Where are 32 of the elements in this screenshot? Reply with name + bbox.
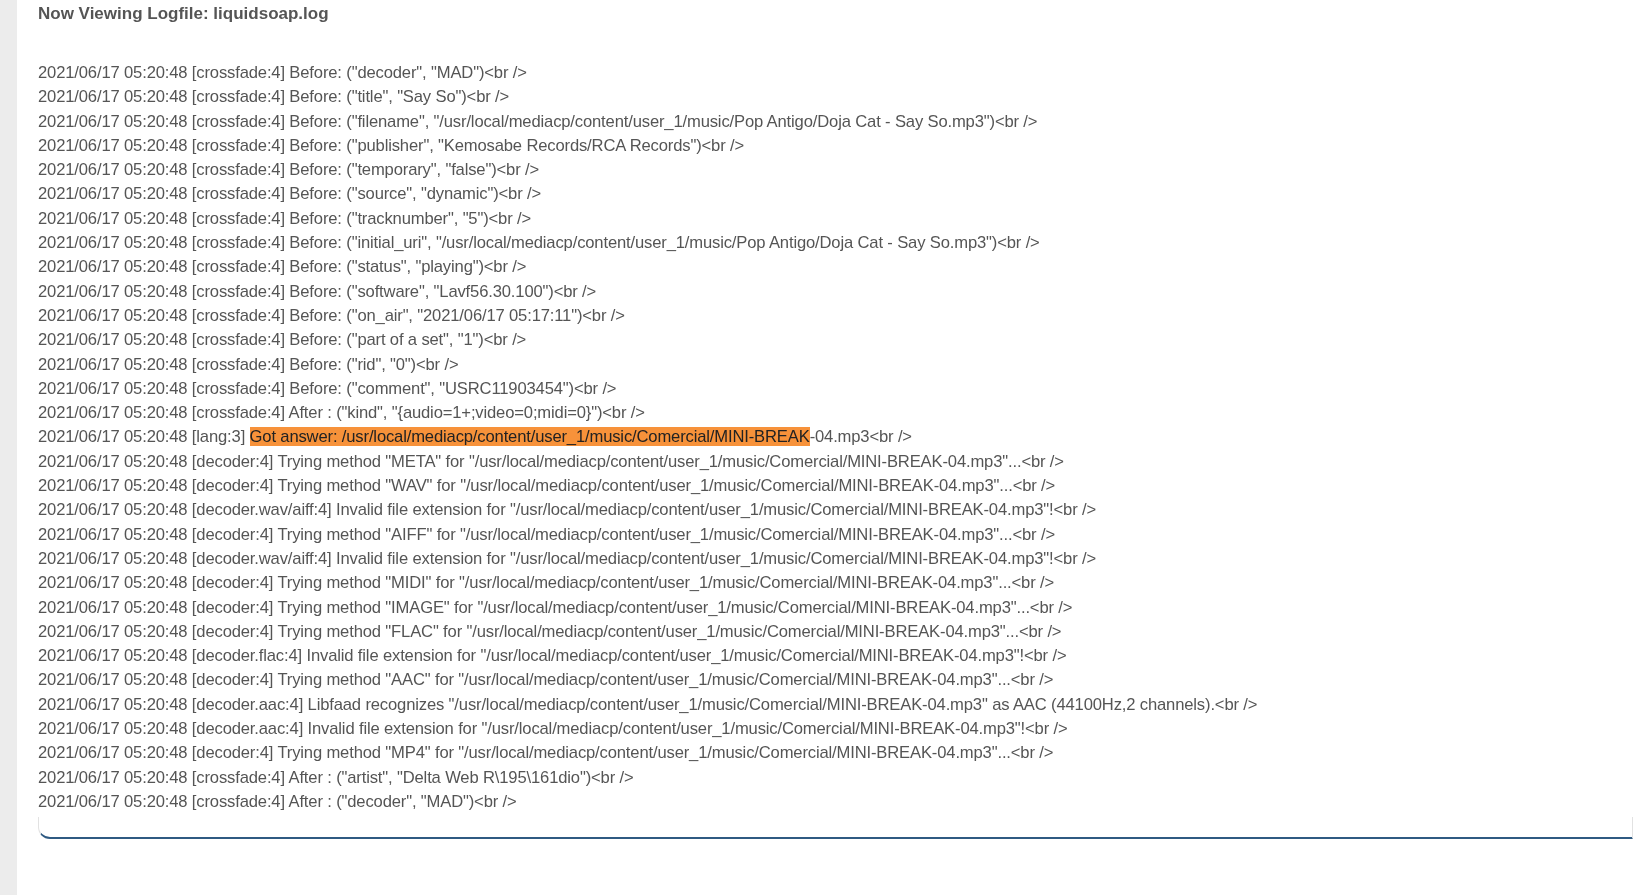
- log-line: 2021/06/17 05:20:48 [crossfade:4] Before: ("on_air", "2021/06/17 05:17:11")<br />: [38, 304, 626, 327]
- log-line: 2021/06/17 05:20:48 [crossfade:4] Before: ("rid", "0")<br />: [38, 353, 460, 376]
- log-line: 2021/06/17 05:20:48 [decoder:4] Trying method "WAV" for "/usr/local/mediacp/content/user_1/music/Comercial/MINI-BREAK-04.mp3"...<br />: [38, 475, 1057, 498]
- log-line: 2021/06/17 05:20:48 [decoder:4] Trying method "MP4" for "/usr/local/mediacp/content/user_1/music/Comercial/MINI-BREAK-04.mp3"...<br />: [38, 742, 1055, 765]
- log-line: 2021/06/17 05:20:48 [decoder.wav/aiff:4] Invalid file extension for "/usr/local/mediacp/content/user_1/music/Comercial/MINI-BREAK-04.mp3"!<br />: [38, 499, 1097, 522]
- logfile-title: Now Viewing Logfile: liquidsoap.log: [38, 3, 330, 25]
- log-line: 2021/06/17 05:20:48 [decoder:4] Trying method "AIFF" for "/usr/local/mediacp/content/user_1/music/Comercial/MINI-BREAK-04.mp3"...<br />: [38, 523, 1056, 546]
- log-line: 2021/06/17 05:20:48 [crossfade:4] After : ("kind", "{audio=1+;video=0;midi=0}")<br />: [38, 402, 646, 425]
- log-line: 2021/06/17 05:20:48 [crossfade:4] Before: ("publisher", "Kemosabe Records/RCA Records")<br />: [38, 134, 746, 157]
- log-line: 2021/06/17 05:20:48 [decoder:4] Trying method "FLAC" for "/usr/local/mediacp/content/user_1/music/Comercial/MINI-BREAK-04.mp3"...<br />: [38, 620, 1063, 643]
- log-line: 2021/06/17 05:20:48 [crossfade:4] Before: ("temporary", "false")<br />: [38, 159, 541, 182]
- log-line: 2021/06/17 05:20:48 [decoder.wav/aiff:4] Invalid file extension for "/usr/local/mediacp/content/user_1/music/Comercial/MINI-BREAK-04.mp3"!<br />: [38, 547, 1097, 570]
- log-line: 2021/06/17 05:20:48 [crossfade:4] Before: ("software", "Lavf56.30.100")<br />: [38, 280, 598, 303]
- log-line: 2021/06/17 05:20:48 [decoder:4] Trying method "META" for "/usr/local/mediacp/content/user_1/music/Comercial/MINI-BREAK-04.mp3"...<br />: [38, 450, 1065, 473]
- log-line: 2021/06/17 05:20:48 [crossfade:4] After : ("artist", "Delta Web R\195\161dio")<br />: [38, 766, 635, 789]
- log-line: 2021/06/17 05:20:48 [decoder:4] Trying method "AAC" for "/usr/local/mediacp/content/user_1/music/Comercial/MINI-BREAK-04.mp3"...<br />: [38, 669, 1055, 692]
- log-line: 2021/06/17 05:20:48 [decoder.aac:4] Invalid file extension for "/usr/local/mediacp/content/user_1/music/Comercial/MINI-BREAK-04.mp3"!<br />: [38, 718, 1069, 740]
- log-line: 2021/06/17 05:20:48 [crossfade:4] Before: ("tracknumber", "5")<br />: [38, 207, 533, 230]
- log-line: 2021/06/17 05:20:48 [crossfade:4] Before: ("status", "playing")<br />: [38, 256, 528, 279]
- log-line: 2021/06/17 05:20:48 [crossfade:4] Before: ("decoder", "MAD")<br />: [38, 62, 528, 84]
- log-line: 2021/06/17 05:20:48 [crossfade:4] After : ("decoder", "MAD")<br />: [38, 790, 518, 813]
- log-line: 2021/06/17 05:20:48 [crossfade:4] Before: ("title", "Say So")<br />: [38, 86, 511, 109]
- log-line: 2021/06/17 05:20:48 [crossfade:4] Before: ("source", "dynamic")<br />: [38, 183, 543, 206]
- log-line: 2021/06/17 05:20:48 [crossfade:4] Before: ("initial_uri", "/usr/local/mediacp/content/user_1/music/Pop Antigo/Doja Cat - Say So.mp3")<br />: [38, 232, 1041, 255]
- log-line: 2021/06/17 05:20:48 [decoder.flac:4] Invalid file extension for "/usr/local/mediacp/content/user_1/music/Comercial/MINI-BREAK-04.mp3"!<br />: [38, 645, 1068, 668]
- log-line: 2021/06/17 05:20:48 [decoder:4] Trying method "MIDI" for "/usr/local/mediacp/content/user_1/music/Comercial/MINI-BREAK-04.mp3"...<br />: [38, 572, 1056, 595]
- log-line: 2021/06/17 05:20:48 [decoder.aac:4] Libfaad recognizes "/usr/local/mediacp/content/user_1/music/Comercial/MINI-BREAK-04.mp3" as AAC (44100Hz,2 channels).<br />: [38, 693, 1259, 716]
- scrollbar[interactable]: [38, 817, 1633, 840]
- log-line: 2021/06/17 05:20:48 [crossfade:4] Before: ("filename", "/usr/local/mediacp/content/user_1/music/Pop Antigo/Doja Cat - Say So.mp3")<br />: [38, 110, 1039, 133]
- log-line: 2021/06/17 05:20:48 [crossfade:4] Before: ("comment", "USRC11903454")<br />: [38, 377, 618, 400]
- log-line: 2021/06/17 05:20:48 [decoder:4] Trying method "IMAGE" for "/usr/local/mediacp/content/user_1/music/Comercial/MINI-BREAK-04.mp3"...<br />: [38, 596, 1074, 619]
- log-line: 2021/06/17 05:20:48 [crossfade:4] Before: ("part of a set", "1")<br />: [38, 329, 528, 352]
